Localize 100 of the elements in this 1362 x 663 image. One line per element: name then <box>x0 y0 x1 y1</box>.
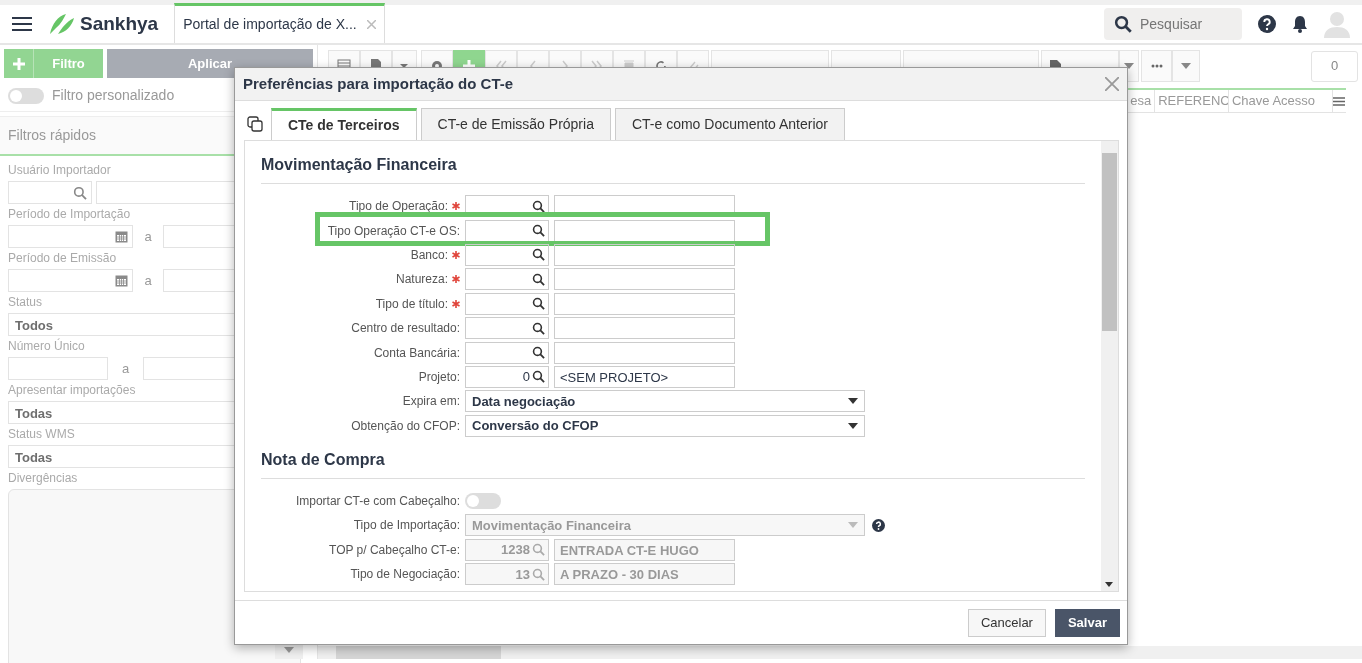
tab[interactable]: CT-e como Documento Anterior <box>614 108 846 140</box>
more-button[interactable] <box>1141 50 1172 82</box>
search-icon <box>532 199 545 213</box>
field-label: Status WMS <box>8 427 76 441</box>
date-field[interactable] <box>8 225 133 248</box>
search-field[interactable]: Pesquisar <box>1140 13 1230 35</box>
menu-icon[interactable] <box>1333 96 1346 106</box>
search-icon <box>532 543 545 557</box>
range-separator: a <box>143 271 153 290</box>
tab-label: Portal de importação de X... <box>183 14 357 34</box>
input-field[interactable] <box>8 357 108 380</box>
search-icon <box>532 248 545 262</box>
scroll-down-icon <box>1105 582 1113 587</box>
field-label: Conta Bancária: <box>373 345 460 360</box>
search-box[interactable]: Pesquisar <box>1104 8 1242 40</box>
field-value: 13 <box>515 565 530 584</box>
column-header[interactable]: Chave Acesso <box>1228 90 1333 112</box>
leaf-icon <box>48 12 76 36</box>
help-icon[interactable] <box>1258 15 1276 33</box>
field-value: Conversão do CFOP <box>472 416 599 435</box>
section-title: Nota de Compra <box>261 447 1085 479</box>
app-tab[interactable]: Portal de importação de X... <box>174 2 385 43</box>
input-field[interactable] <box>8 181 92 204</box>
asterisk-icon <box>452 250 460 259</box>
code-field[interactable] <box>465 219 549 242</box>
caret-icon <box>1181 63 1191 69</box>
field-value: Data negociação <box>472 392 576 411</box>
dropdown-button[interactable] <box>1172 50 1200 82</box>
field-label: Período de Emissão <box>8 251 118 265</box>
record-counter: 0 <box>1311 50 1358 82</box>
toggle-switch[interactable] <box>8 87 44 104</box>
field-label: Apresentar importações <box>8 383 137 397</box>
search-icon <box>532 224 545 238</box>
cancel-button[interactable]: Cancelar <box>967 608 1046 637</box>
code-field[interactable] <box>465 292 549 315</box>
search-icon <box>532 567 545 581</box>
code-field[interactable] <box>465 268 549 291</box>
tab[interactable]: CTe de Terceiros <box>271 108 417 140</box>
caret-icon <box>848 522 858 529</box>
code-field[interactable] <box>465 243 549 266</box>
asterisk-icon <box>452 299 460 308</box>
caret-icon <box>1124 63 1134 69</box>
search-icon <box>532 272 545 286</box>
close-icon[interactable] <box>366 19 376 29</box>
horizontal-scrollbar[interactable] <box>318 646 1362 659</box>
save-button[interactable]: Salvar <box>1054 608 1120 637</box>
menu-icon[interactable] <box>12 16 32 32</box>
field-label: TOP p/ Cabeçalho CT-e: <box>329 542 460 557</box>
search-icon <box>532 370 545 384</box>
field-value: <SEM PROJETO> <box>560 369 669 385</box>
code-field[interactable] <box>465 317 549 340</box>
close-icon[interactable] <box>1105 77 1119 91</box>
field-label: Número Único <box>8 339 86 353</box>
search-icon <box>532 297 545 311</box>
field-label: Tipo de Importação: <box>353 518 460 533</box>
caret-icon <box>848 422 858 429</box>
field-value: ENTRADA CT-E HUGO <box>560 542 699 558</box>
field-label: Importar CT-e com Cabeçalho: <box>295 494 460 509</box>
field-value: 0 <box>522 368 530 387</box>
field-label: Projeto: <box>418 369 460 384</box>
search-icon <box>532 346 545 360</box>
tab[interactable]: CT-e de Emissão Própria <box>420 108 611 140</box>
range-separator: a <box>120 359 131 378</box>
field-label: Status <box>8 295 44 309</box>
select-field[interactable]: Conversão do CFOP <box>465 414 865 437</box>
search-icon <box>73 185 87 200</box>
search-icon <box>1114 15 1132 33</box>
field-label: Natureza: <box>395 272 448 287</box>
asterisk-icon <box>452 202 460 211</box>
field-label: Tipo de título: <box>375 296 448 311</box>
select-field[interactable]: Data negociação <box>465 390 865 413</box>
plus-icon <box>12 57 25 70</box>
field-label: Banco: <box>410 247 448 262</box>
date-field[interactable] <box>8 269 133 292</box>
range-separator: a <box>143 227 153 246</box>
logo-text: Sankhya <box>80 11 159 36</box>
bell-icon[interactable] <box>1292 15 1308 33</box>
section-title: Movimentação Financeira <box>261 153 1085 184</box>
field-label: Centro de resultado: <box>351 321 460 336</box>
field-label: Tipo Operação CT-e OS: <box>327 223 460 238</box>
code-field[interactable]: 0 <box>465 365 549 388</box>
field-label: Período de Importação <box>8 207 132 221</box>
field-label: Tipo de Negociação: <box>350 567 460 582</box>
field-value: Movimentação Financeira <box>472 516 631 535</box>
calendar-icon <box>115 274 128 287</box>
code-field[interactable] <box>465 341 549 364</box>
toggle-switch[interactable] <box>465 493 501 510</box>
scrollbar[interactable] <box>1101 141 1118 591</box>
field-value: A PRAZO - 30 DIAS <box>560 567 679 583</box>
more-icon <box>1150 64 1163 68</box>
calendar-icon <box>115 230 128 243</box>
copy-icon[interactable] <box>247 116 263 132</box>
field-label: Expira em: <box>402 394 460 409</box>
search-icon <box>532 321 545 335</box>
field-value: 1238 <box>501 541 530 560</box>
scroll-down-icon <box>284 647 294 653</box>
field-label: Obtenção do CFOP: <box>351 418 460 433</box>
toggle-label: Filtro personalizado <box>52 86 175 105</box>
asterisk-icon <box>452 275 460 284</box>
caret-icon <box>848 398 858 405</box>
